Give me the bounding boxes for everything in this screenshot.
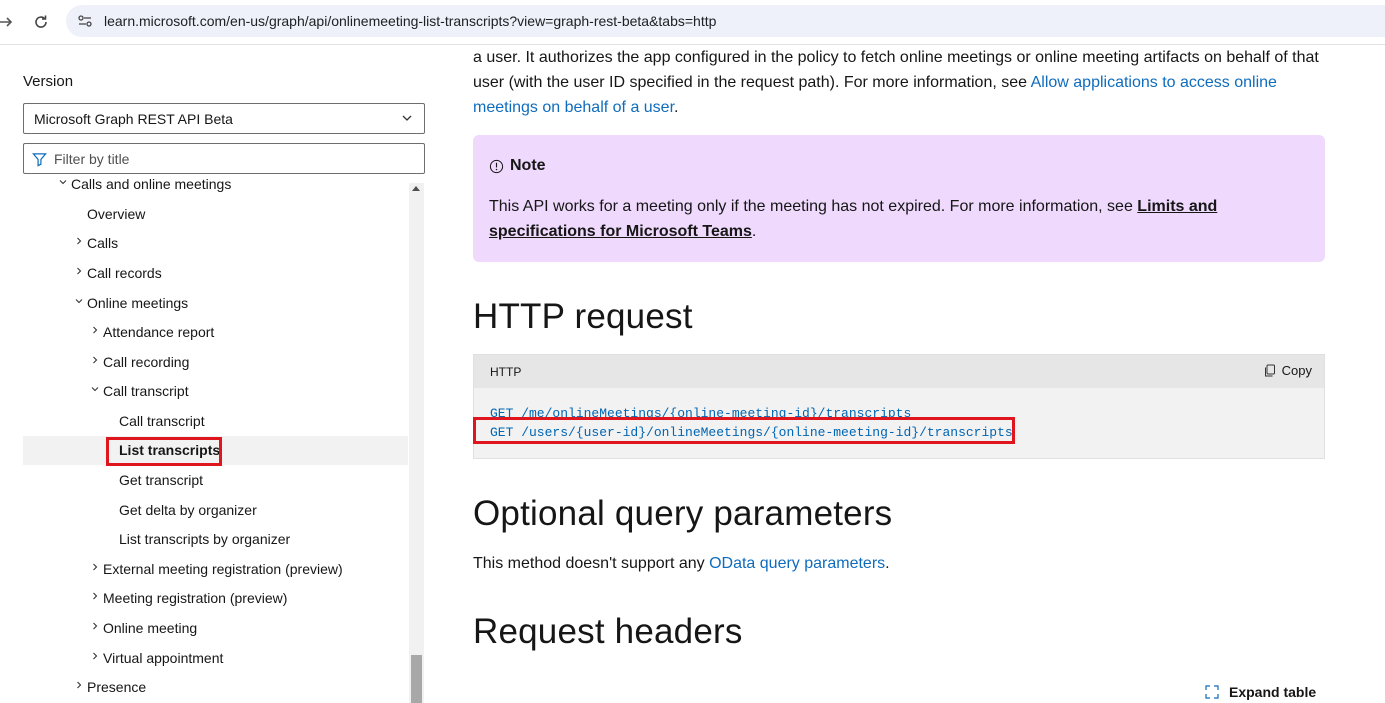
toc-item-calls[interactable]: Calls: [23, 229, 408, 258]
chevron-right-icon: [93, 326, 98, 334]
highlight-box-code: [473, 417, 1015, 444]
toc-item-meeting-registration[interactable]: Meeting registration (preview): [23, 584, 408, 613]
chevron-down-icon: [91, 387, 99, 392]
code-language-label: HTTP: [490, 365, 522, 379]
toc-item-call-transcript[interactable]: Call transcript: [23, 407, 408, 436]
code-header: HTTP Copy: [474, 355, 1324, 388]
expand-icon: [1205, 685, 1219, 699]
copy-button[interactable]: Copy: [1263, 363, 1312, 378]
browser-toolbar: learn.microsoft.com/en-us/graph/api/onli…: [0, 0, 1385, 45]
chevron-down-icon: [75, 299, 83, 304]
chevron-right-icon: [77, 681, 82, 689]
chevron-right-icon: [93, 356, 98, 364]
toc-item-online-meeting[interactable]: Online meeting: [23, 614, 408, 643]
odata-query-parameters-link[interactable]: OData query parameters: [709, 555, 885, 572]
toc-item-online-meetings[interactable]: Online meetings: [23, 289, 408, 318]
chevron-right-icon: [93, 592, 98, 600]
intro-paragraph: a user. It authorizes the app configured…: [473, 49, 1319, 116]
toc-item-calls-and-online-meetings[interactable]: Calls and online meetings: [23, 176, 408, 199]
chevron-right-icon: [93, 622, 98, 630]
toc-item-external-meeting-registration[interactable]: External meeting registration (preview): [23, 555, 408, 584]
chevron-down-icon: [59, 180, 67, 185]
filter-by-title-field[interactable]: [23, 143, 425, 174]
scroll-up-icon[interactable]: [412, 186, 420, 191]
toc-item-list-transcripts-by-organizer[interactable]: List transcripts by organizer: [23, 525, 408, 554]
chevron-right-icon: [77, 267, 82, 275]
highlight-box-toc: [106, 437, 222, 466]
toc-item-call-records[interactable]: Call records: [23, 259, 408, 288]
toc-item-attendance-report[interactable]: Attendance report: [23, 318, 408, 347]
note-callout: Note This API works for a meeting only i…: [473, 135, 1325, 262]
chevron-down-icon: [402, 115, 412, 121]
site-settings-icon[interactable]: [77, 13, 93, 29]
toc-item-get-transcript[interactable]: Get transcript: [23, 466, 408, 495]
toc-item-overview[interactable]: Overview: [23, 200, 408, 229]
filter-icon: [32, 153, 47, 167]
forward-icon[interactable]: [0, 10, 18, 34]
sidebar-scrollbar[interactable]: [409, 183, 424, 703]
expand-table-button[interactable]: Expand table: [1205, 684, 1316, 700]
optional-query-paragraph: This method doesn't support any OData qu…: [473, 555, 890, 572]
chevron-right-icon: [77, 237, 82, 245]
toc-item-virtual-appointment[interactable]: Virtual appointment: [23, 644, 408, 673]
toc-item-call-transcript-group[interactable]: Call transcript: [23, 377, 408, 406]
scrollbar-thumb[interactable]: [411, 655, 422, 703]
http-request-heading: HTTP request: [473, 297, 693, 336]
copy-icon: [1264, 364, 1275, 376]
version-selected-value: Microsoft Graph REST API Beta: [34, 111, 233, 127]
request-headers-heading: Request headers: [473, 612, 743, 651]
info-icon: [489, 159, 504, 173]
url-text[interactable]: learn.microsoft.com/en-us/graph/api/onli…: [104, 13, 716, 29]
note-body: This API works for a meeting only if the…: [489, 198, 1218, 240]
chevron-right-icon: [93, 563, 98, 571]
version-select[interactable]: Microsoft Graph REST API Beta: [23, 103, 425, 134]
toc-item-call-recording[interactable]: Call recording: [23, 348, 408, 377]
toc-item-presence[interactable]: Presence: [23, 673, 408, 702]
filter-input[interactable]: [54, 149, 414, 169]
chevron-right-icon: [93, 652, 98, 660]
version-label: Version: [23, 73, 74, 90]
address-bar[interactable]: learn.microsoft.com/en-us/graph/api/onli…: [66, 5, 1385, 37]
note-title: Note: [489, 157, 546, 175]
reload-icon[interactable]: [29, 10, 53, 34]
toc-item-get-delta-by-organizer[interactable]: Get delta by organizer: [23, 496, 408, 525]
optional-query-parameters-heading: Optional query parameters: [473, 494, 893, 533]
